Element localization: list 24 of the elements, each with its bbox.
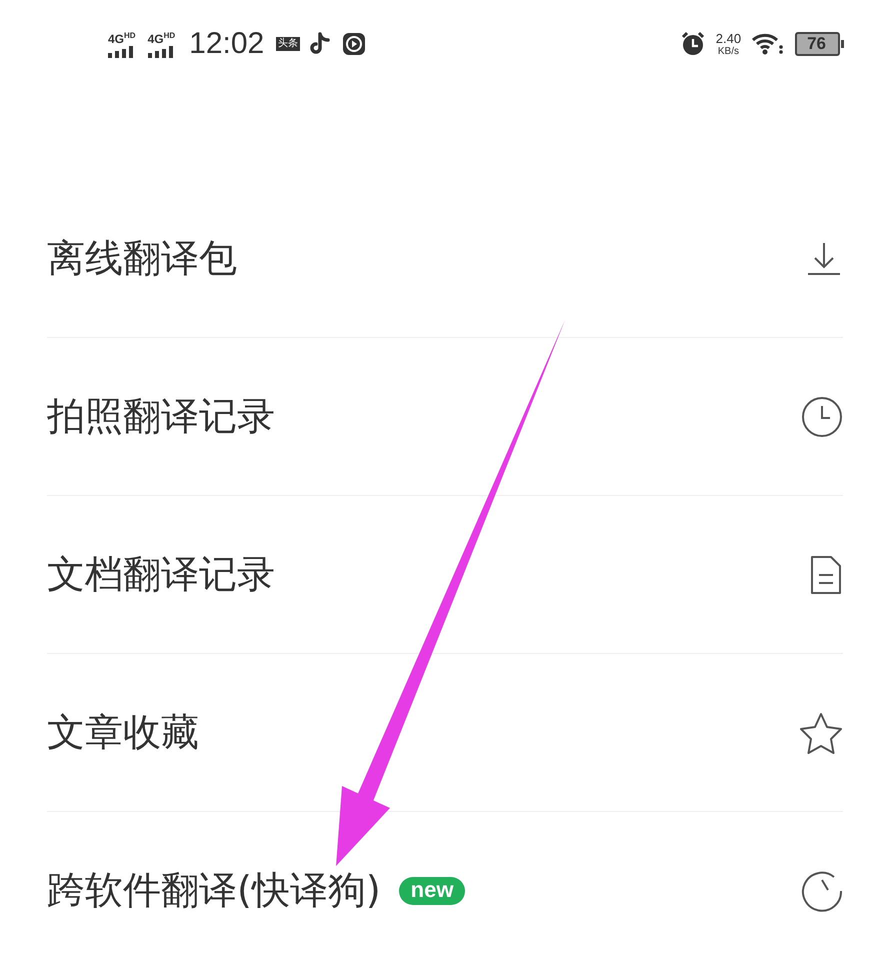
menu-item[interactable]: 离线翻译包 (47, 180, 843, 337)
speed-unit: KB/s (718, 46, 739, 57)
clock-icon (801, 870, 843, 912)
signal-icon (148, 46, 174, 58)
star-icon (799, 712, 843, 754)
menu-item-label: 文章收藏 (47, 709, 199, 756)
clock-time: 12:02 (189, 27, 264, 61)
menu-item-label: 文档翻译记录 (47, 551, 275, 598)
signal-icon (108, 46, 134, 58)
new-badge: new (398, 876, 466, 904)
battery-level: 76 (795, 32, 840, 56)
menu-item-label: 跨软件翻译(快译狗) (47, 867, 381, 914)
network-label: 4G$^{HD}$ (148, 30, 176, 45)
music-note-icon (310, 32, 332, 56)
play-icon (342, 32, 366, 56)
menu-item-label: 拍照翻译记录 (47, 393, 275, 440)
document-icon (809, 554, 843, 594)
clock-icon (801, 396, 843, 438)
speed-value: 2.40 (716, 31, 742, 46)
alarm-icon (680, 31, 706, 57)
network-label: 4G$^{HD}$ (108, 30, 136, 45)
app-badge: 头条 (276, 37, 300, 51)
menu-item-label: 离线翻译包 (47, 235, 237, 282)
wifi-icon (751, 33, 786, 55)
